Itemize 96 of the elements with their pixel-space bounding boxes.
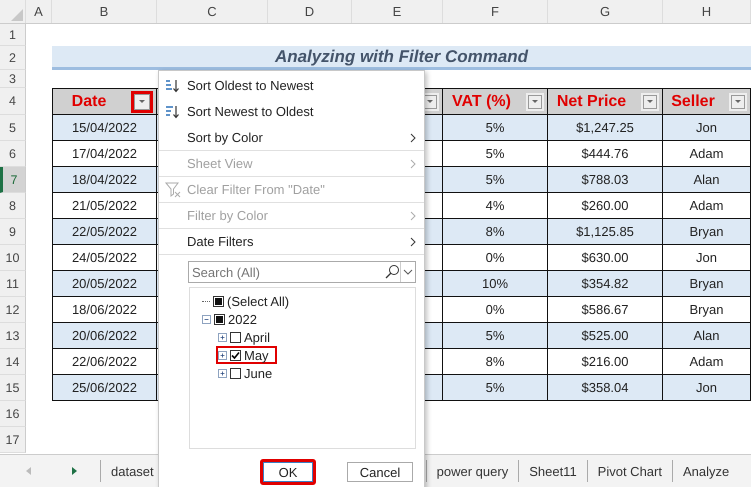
table-cell: Bryan [663,271,751,297]
tree-item[interactable]: 2022 [200,310,265,328]
checkbox[interactable] [230,368,241,378]
menu-item[interactable]: Sort Oldest to Newest [159,73,424,99]
table-cell: $1,125.85 [548,219,663,245]
caret-icon [138,99,146,104]
column-letter[interactable]: A [26,0,52,23]
row-header[interactable]: 7 [0,167,26,193]
tree-item[interactable]: (Select All) [200,292,298,310]
row-header[interactable]: 12 [0,297,26,323]
column-header-label: Date [70,92,108,110]
row-header[interactable]: 5 [0,115,26,141]
expand-icon[interactable] [218,350,227,360]
table-cell: 5% [443,115,548,141]
column-header-label: Net Price [556,92,628,110]
tree-item-label: June [244,366,272,380]
column-letter[interactable]: G [548,0,663,23]
column-letter[interactable]: E [352,0,443,23]
table-cell: 10% [443,271,548,297]
filter-dropdown-button[interactable] [526,92,544,110]
table-cell: Jon [663,375,751,401]
row-header[interactable]: 1 [0,24,26,46]
filter-dropdown-button[interactable] [641,92,659,110]
table-cell: 5% [443,323,548,349]
tree-item[interactable]: May [216,346,277,364]
sheet-tab[interactable]: Sheet11 [518,460,587,482]
row-header[interactable]: 15 [0,375,26,401]
filter-dropdown-button[interactable] [131,90,153,112]
tree-item[interactable]: June [216,364,280,382]
collapse-icon[interactable] [202,314,211,324]
caret-icon [646,99,654,104]
row-header[interactable]: 2 [0,46,26,70]
column-letter[interactable]: B [52,0,157,23]
sort-ascending-icon [165,78,179,92]
clear-filter-icon [165,182,181,198]
table-cell: $788.03 [548,167,663,193]
menu-item[interactable]: Date Filters [159,229,424,255]
table-cell: $358.04 [548,375,663,401]
table-cell: 20/06/2022 [52,323,157,349]
row-header[interactable]: 3 [0,70,26,88]
row-header[interactable]: 14 [0,349,26,375]
row-header[interactable]: 11 [0,271,26,297]
filter-dropdown-button[interactable] [729,92,747,110]
caret-icon [426,99,434,104]
scroll-right-icon[interactable] [72,467,78,475]
table-cell: 22/05/2022 [52,219,157,245]
row-header[interactable]: 8 [0,193,26,219]
search-field[interactable]: Search (All) [188,261,416,283]
tree-item-label: April [244,330,270,344]
row-header[interactable]: 16 [0,401,26,427]
column-header-label: Seller [670,92,716,110]
column-header-label: VAT (%) [451,92,512,110]
expand-icon[interactable] [218,368,227,378]
tree-item-label: (Select All) [227,294,290,308]
table-cell: 25/06/2022 [52,375,157,401]
dropdown-caret-icon[interactable] [400,262,415,282]
sheet-tab[interactable]: Analyze [672,460,740,482]
tree-item-label: 2022 [228,312,257,326]
table-cell: 18/04/2022 [52,167,157,193]
column-letter[interactable]: D [268,0,352,23]
column-letter[interactable]: H [663,0,751,23]
tree-item[interactable]: April [216,328,278,346]
table-cell: 15/04/2022 [52,115,157,141]
table-cell: Alan [663,167,751,193]
menu-item[interactable]: Sort by Color [159,125,424,151]
checkbox[interactable] [230,332,241,342]
row-header[interactable]: 17 [0,427,26,453]
table-cell: Alan [663,323,751,349]
dialog-button[interactable]: Cancel [344,459,416,485]
table-cell: 8% [443,219,548,245]
tree-item-label: May [244,348,269,362]
row-header[interactable]: 13 [0,323,26,349]
table-cell: 20/05/2022 [52,271,157,297]
column-letter[interactable]: C [157,0,268,23]
menu-item[interactable]: Sort Newest to Oldest [159,99,424,125]
row-header[interactable]: 6 [0,141,26,167]
column-letter[interactable]: F [443,0,548,23]
table-cell: $525.00 [548,323,663,349]
table-cell: 5% [443,167,548,193]
sort-descending-icon [165,104,179,118]
caret-icon [734,99,742,104]
table-cell: Bryan [663,219,751,245]
sheet-title: Analyzing with Filter Command [52,46,751,70]
dialog-button[interactable]: OK [260,459,316,485]
table-cell: $354.82 [548,271,663,297]
row-header[interactable]: 10 [0,245,26,271]
expand-icon[interactable] [218,332,227,342]
row-header[interactable]: 9 [0,219,26,245]
table-cell: 5% [443,375,548,401]
table-cell: $1,247.25 [548,115,663,141]
table-cell: Jon [663,115,751,141]
search-icon [384,264,400,280]
row-header[interactable]: 4 [0,88,26,115]
checkbox[interactable] [230,350,241,360]
caret-icon [531,99,539,104]
sheet-tab[interactable]: Pivot Chart [586,460,672,482]
